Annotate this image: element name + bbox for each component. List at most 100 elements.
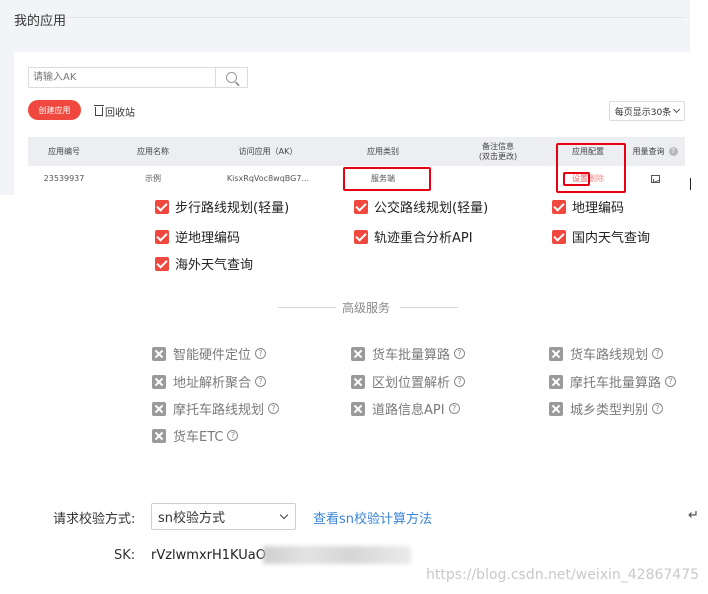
col-category: 应用类别 <box>367 146 399 156</box>
checkbox-checked-icon <box>354 200 368 214</box>
service-item-disabled: 城乡类型判别 ? <box>549 399 664 418</box>
question-icon[interactable]: ? <box>665 376 677 387</box>
service-item-disabled: 货车批量算路 ? <box>351 344 466 363</box>
checkbox-disabled-icon <box>152 428 166 443</box>
service-item-disabled: 货车路线规划 ? <box>549 344 664 363</box>
service-label: 国内天气查询 <box>572 231 651 246</box>
question-icon[interactable]: ? <box>454 376 466 387</box>
return-mark-icon: ↵ <box>688 508 699 523</box>
service-item-disabled: 摩托车批量算路 ? <box>549 372 677 391</box>
checkbox-checked-icon <box>354 229 368 244</box>
service-label: 货车批量算路 <box>372 348 451 363</box>
col-app-id: 应用编号 <box>48 146 80 156</box>
checkbox-disabled-icon <box>549 401 563 416</box>
service-item[interactable]: 地理编码 <box>552 200 624 216</box>
text-cursor <box>690 178 691 190</box>
service-item-disabled: 智能硬件定位 ? <box>152 344 267 363</box>
search-button[interactable] <box>215 68 247 87</box>
verify-method-value: sn校验方式 <box>158 511 226 526</box>
cell-ak: KisxRqVoc8wqBG7... <box>226 174 310 183</box>
service-item-disabled: 地址解析聚合 ? <box>152 372 267 391</box>
service-item[interactable]: 海外天气查询 <box>155 254 253 273</box>
category-highlight-box <box>343 167 431 191</box>
service-item[interactable]: 轨迹重合分析API <box>354 227 473 246</box>
question-icon[interactable]: ? <box>255 376 267 387</box>
col-note: 备注信息 (双击更改) <box>458 137 538 166</box>
service-label: 公交路线规划(轻量) <box>374 201 489 216</box>
question-icon[interactable]: ? <box>255 348 267 359</box>
cell-usage <box>624 166 686 191</box>
checkbox-checked-icon <box>155 229 169 244</box>
question-icon[interactable]: ? <box>448 403 460 414</box>
checkbox-disabled-icon <box>549 374 563 389</box>
trash-icon <box>94 105 104 116</box>
checkbox-disabled-icon <box>351 401 365 416</box>
search-input[interactable] <box>29 68 217 87</box>
service-label: 道路信息API <box>372 403 445 418</box>
col-app-name: 应用名称 <box>137 146 169 156</box>
service-item-disabled: 摩托车路线规划 ? <box>152 399 280 418</box>
service-label: 摩托车路线规划 <box>173 403 265 418</box>
sk-label: SK: <box>114 548 136 563</box>
watermark: https://blog.csdn.net/weixin_42867475 <box>426 567 700 583</box>
verify-method-select[interactable]: sn校验方式 <box>151 503 296 530</box>
col-ak: 访问应用（AK） <box>238 146 298 156</box>
service-label: 区划位置解析 <box>372 376 451 391</box>
checkbox-disabled-icon <box>351 346 365 361</box>
checkbox-checked-icon <box>155 200 169 214</box>
service-label: 货车路线规划 <box>570 348 649 363</box>
checkbox-disabled-icon <box>152 374 166 389</box>
page-size-select[interactable]: 每页显示30条 <box>609 101 685 121</box>
page-size-label: 每页显示30条 <box>614 107 672 118</box>
create-app-button[interactable]: 创建应用 <box>28 100 81 120</box>
col-usage-label: 用量查询 <box>632 146 665 156</box>
service-label: 地址解析聚合 <box>173 376 252 391</box>
cell-app-name: 示例 <box>145 174 161 183</box>
question-icon[interactable]: ? <box>268 403 280 414</box>
partial-service-row: 步行路线规划(轻量) 公交路线规划(轻量) 地理编码 <box>150 200 650 216</box>
advanced-services-title: 高级服务 <box>342 301 391 315</box>
help-icon[interactable]: ? <box>668 147 678 156</box>
service-label: 海外天气查询 <box>175 258 254 273</box>
checkbox-disabled-icon <box>549 346 563 361</box>
col-usage: 用量查询 ? <box>624 137 686 166</box>
section-divider-left <box>278 307 336 308</box>
service-label: 逆地理编码 <box>175 231 241 246</box>
verify-method-label: 请求校验方式: <box>53 512 136 527</box>
sn-calculation-link[interactable]: 查看sn校验计算方法 <box>313 508 432 527</box>
checkbox-checked-icon <box>552 229 566 244</box>
checkbox-disabled-icon <box>152 401 166 416</box>
col-note-line1: 备注信息 <box>482 141 514 151</box>
title-divider <box>66 17 686 18</box>
page-title: 我的应用 <box>14 14 67 29</box>
question-icon[interactable]: ? <box>652 348 664 359</box>
search-icon <box>226 72 237 83</box>
service-label: 货车ETC <box>173 430 224 445</box>
chart-icon[interactable] <box>650 174 660 183</box>
service-item[interactable]: 国内天气查询 <box>552 227 650 246</box>
service-item-disabled: 道路信息API ? <box>351 399 460 418</box>
service-label: 地理编码 <box>572 201 625 216</box>
checkbox-disabled-icon <box>152 346 166 361</box>
service-label: 智能硬件定位 <box>173 348 252 363</box>
service-item[interactable]: 逆地理编码 <box>155 227 240 246</box>
cell-app-id: 23539937 <box>43 174 85 183</box>
recycle-bin-label: 回收站 <box>105 108 135 119</box>
service-label: 城乡类型判别 <box>570 403 649 418</box>
section-divider-right <box>400 307 458 308</box>
col-note-line2: (双击更改) <box>478 151 518 161</box>
question-icon[interactable]: ? <box>454 348 466 359</box>
service-item[interactable]: 公交路线规划(轻量) <box>354 200 488 216</box>
service-label: 摩托车批量算路 <box>570 376 662 391</box>
checkbox-checked-icon <box>155 256 169 271</box>
checkbox-disabled-icon <box>351 374 365 389</box>
question-icon[interactable]: ? <box>227 430 239 441</box>
checkbox-checked-icon <box>552 200 566 214</box>
service-item[interactable]: 步行路线规划(轻量) <box>155 200 289 216</box>
recycle-bin-link[interactable]: 回收站 <box>94 104 135 119</box>
service-item-disabled: 货车ETC ? <box>152 426 239 445</box>
question-icon[interactable]: ? <box>652 403 664 414</box>
settings-highlight-box <box>563 172 590 186</box>
sk-redacted-blur <box>263 546 411 564</box>
chevron-down-icon <box>279 510 289 520</box>
